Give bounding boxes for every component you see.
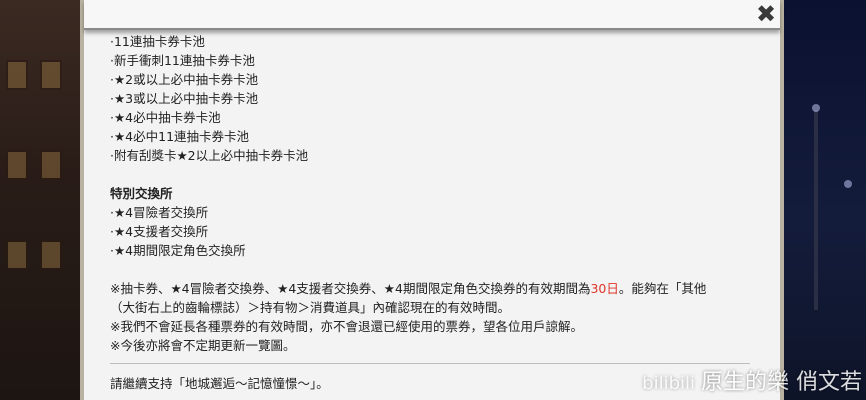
notice-dialog: ✖ ·11連抽卡券卡池 ·新手衝刺11連抽卡券卡池 ·★2或以上必中抽卡券卡池 …: [80, 0, 784, 400]
background-night-sky: [784, 0, 866, 400]
notice-content: ·11連抽卡券卡池 ·新手衝刺11連抽卡券卡池 ·★2或以上必中抽卡券卡池 ·★…: [110, 32, 756, 393]
validity-note-tail: 。能夠在「其他: [618, 281, 707, 296]
exchange-item: ·★4期間限定角色交換所: [110, 243, 246, 258]
pool-item: ·★4必中抽卡券卡池: [110, 110, 221, 125]
no-extension-note: ※我們不會延長各種票券的有效時間，亦不會退還已經使用的票券，望各位用戶諒解。: [110, 319, 583, 334]
validity-note-text: ※抽卡券、★4冒險者交換券、★4支援者交換券、★4期間限定角色交換券的有效期間為: [110, 281, 591, 296]
watermark: bilibili 原生的樂 俏文若: [642, 364, 862, 396]
close-icon[interactable]: ✖: [754, 2, 778, 26]
pool-item: ·11連抽卡券卡池: [110, 34, 205, 49]
pool-item: ·新手衝刺11連抽卡券卡池: [110, 53, 255, 68]
pool-item: ·★4必中11連抽卡券卡池: [110, 129, 250, 144]
background-building: [0, 0, 80, 400]
exchange-heading: 特別交換所: [110, 186, 173, 201]
watermark-text: 原生的樂 俏文若: [701, 370, 862, 395]
update-note: ※今後亦將會不定期更新一覽圖。: [110, 338, 296, 353]
validity-note: ※抽卡券、★4冒險者交換券、★4支援者交換券、★4期間限定角色交換券的有效期間為…: [110, 279, 756, 298]
exchange-item: ·★4冒險者交換所: [110, 205, 209, 220]
dialog-top-bar: ✖: [84, 0, 780, 30]
pool-item: ·★2或以上必中抽卡券卡池: [110, 72, 259, 87]
pool-item: ·附有刮獎卡★2以上必中抽卡券卡池: [110, 148, 309, 163]
pool-item: ·★3或以上必中抽卡券卡池: [110, 91, 259, 106]
exchange-item: ·★4支援者交換所: [110, 224, 209, 239]
bilibili-logo: bilibili: [642, 373, 695, 394]
validity-note-line2: （大街右上的齒輪標誌）＞持有物＞消費道具」內確認現在的有效時間。: [110, 300, 511, 315]
validity-days: 30日: [590, 281, 619, 296]
